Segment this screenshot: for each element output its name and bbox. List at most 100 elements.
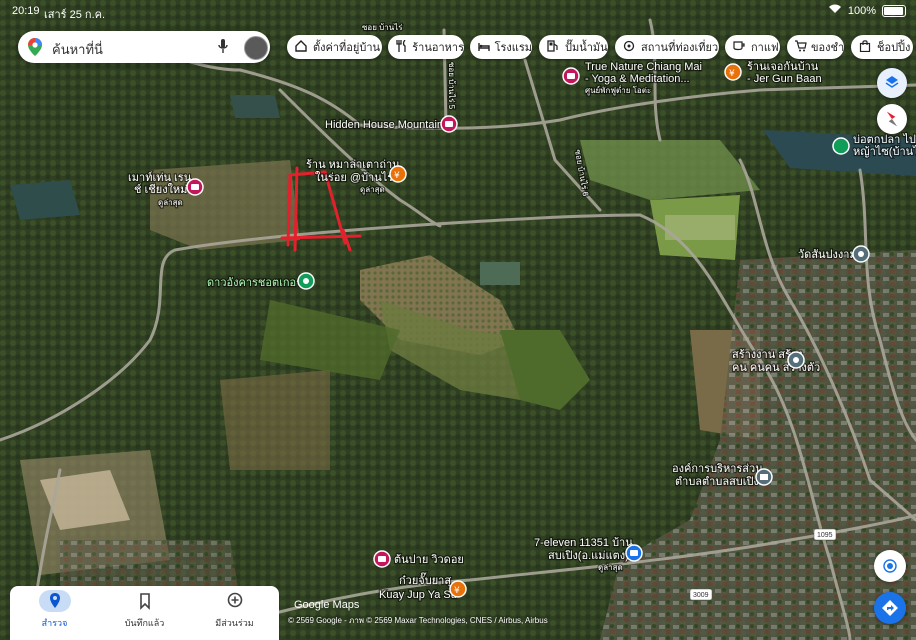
svg-text:ในร่อย @บ้านไร่: ในร่อย @บ้านไร่ bbox=[315, 171, 393, 184]
svg-text:ตำบลตำบลสบเปิง: ตำบลตำบลสบเปิง bbox=[675, 476, 759, 488]
chip-shopping[interactable]: ช็อปปิ้ง bbox=[851, 35, 913, 59]
satellite-map[interactable]: ซอย บ้านไร่ ซอย บ้านไร่ 6 ซอย บ้านไร่ 5 … bbox=[0, 0, 916, 640]
svg-text:ซอย บ้านไร่: ซอย บ้านไร่ bbox=[362, 23, 403, 32]
nav-contribute[interactable]: มีส่วนร่วม bbox=[190, 586, 279, 640]
svg-text:- Jer Gun Baan: - Jer Gun Baan bbox=[747, 73, 822, 85]
chip-coffee[interactable]: กาแฟ bbox=[725, 35, 780, 59]
temple-icon bbox=[858, 251, 864, 257]
svg-text:True Nature Chiang Mai: True Nature Chiang Mai bbox=[585, 61, 702, 73]
svg-text:องค์การบริหารส่วน: องค์การบริหารส่วน bbox=[672, 462, 763, 475]
chip-gas[interactable]: ปั๊มน้ำมัน bbox=[539, 35, 608, 59]
compass-button[interactable] bbox=[877, 104, 907, 134]
shopping-bag-icon bbox=[859, 40, 873, 54]
chip-hotel[interactable]: โรงแรม bbox=[470, 35, 532, 59]
chip-attraction[interactable]: สถานที่ท่องเที่ยว bbox=[615, 35, 719, 59]
poi-temple[interactable]: วัดสันปงงาม bbox=[797, 245, 870, 263]
avatar[interactable] bbox=[244, 36, 268, 60]
road-label-soi-banrai: ซอย บ้านไร่ bbox=[362, 23, 403, 32]
svg-text:เมาท์เท่น เรน: เมาท์เท่น เรน bbox=[128, 171, 192, 184]
cart-icon bbox=[795, 40, 807, 54]
svg-text:ร้าน หมาล่าเตาถ่าน: ร้าน หมาล่าเตาถ่าน bbox=[306, 159, 400, 171]
battery-icon bbox=[882, 4, 906, 17]
poi-hidden-house-mountain[interactable]: Hidden House Mountain bbox=[324, 115, 458, 133]
nav-label: สำรวจ bbox=[41, 618, 68, 628]
park-icon bbox=[303, 278, 309, 284]
restaurant-icon: ¥ bbox=[729, 69, 735, 79]
home-icon bbox=[295, 40, 309, 54]
google-maps-logo: Google Maps bbox=[294, 599, 360, 611]
restaurant-icon: ¥ bbox=[394, 171, 400, 181]
coffee-icon bbox=[733, 40, 747, 54]
road-label-soi-banrai-5: ซอย บ้านไร่ 5 bbox=[447, 62, 456, 110]
restaurant-icon: ¥ bbox=[454, 586, 460, 596]
chip-label: ปั๊มน้ำมัน bbox=[565, 41, 608, 54]
svg-text:ดูล่าสุด: ดูล่าสุด bbox=[158, 198, 183, 208]
bookmark-icon bbox=[129, 590, 161, 612]
directions-icon bbox=[882, 600, 898, 620]
svg-text:Kuay Jup Ya Su: Kuay Jup Ya Su bbox=[379, 589, 457, 601]
svg-text:Hidden House Mountain: Hidden House Mountain bbox=[325, 119, 443, 131]
svg-text:ดูล่าสุด: ดูล่าสุด bbox=[360, 185, 385, 195]
chip-label: สถานที่ท่องเที่ยว bbox=[641, 41, 719, 54]
nav-label: มีส่วนร่วม bbox=[215, 618, 254, 628]
svg-text:- Yoga & Meditation...: - Yoga & Meditation... bbox=[585, 73, 690, 85]
date: เสาร์ 25 ก.ค. bbox=[44, 9, 106, 21]
gas-station-icon bbox=[547, 40, 561, 54]
government-icon bbox=[760, 474, 768, 480]
attraction-icon bbox=[567, 73, 575, 79]
nav-explore[interactable]: สำรวจ bbox=[10, 586, 99, 640]
status-bar: 20:19 เสาร์ 25 ก.ค. 100% bbox=[0, 0, 916, 22]
attraction-icon bbox=[378, 556, 386, 562]
plus-circle-icon bbox=[219, 590, 251, 612]
compass-icon bbox=[885, 110, 899, 132]
directions-button[interactable] bbox=[874, 592, 906, 624]
google-maps-pin-icon bbox=[28, 38, 42, 60]
explore-pin-icon bbox=[39, 590, 71, 612]
road-shield-1095: 1095 bbox=[813, 528, 837, 541]
chip-restaurant[interactable]: ร้านอาหาร bbox=[388, 35, 464, 59]
chip-label: ของชำ bbox=[811, 41, 845, 54]
chip-label: ร้านอาหาร bbox=[412, 41, 464, 54]
svg-text:บ่อตกปลา ไปง: บ่อตกปลา ไปง bbox=[853, 133, 916, 146]
chip-label: โรงแรม bbox=[494, 41, 532, 54]
road-shield-3009: 3009 bbox=[689, 588, 713, 601]
svg-text:ร้านเจอกันบ้าน: ร้านเจอกันบ้าน bbox=[747, 61, 819, 73]
layers-icon bbox=[885, 75, 899, 95]
chip-label: กาแฟ bbox=[751, 41, 779, 54]
poi-tonpai-viewpoint[interactable]: ต้นปาย วิวดอย bbox=[373, 550, 465, 568]
chip-grocery[interactable]: ของชำ bbox=[787, 35, 844, 59]
svg-text:สบเปิง(อ.แม่แตง): สบเปิง(อ.แม่แตง) bbox=[548, 550, 629, 562]
chip-label: ช็อปปิ้ง bbox=[877, 41, 911, 54]
building-icon bbox=[793, 357, 799, 363]
svg-text:1095: 1095 bbox=[817, 532, 833, 539]
svg-text:ซอย บ้านไร่ 5: ซอย บ้านไร่ 5 bbox=[447, 62, 456, 110]
chip-home[interactable]: ตั้งค่าที่อยู่บ้าน bbox=[287, 35, 382, 59]
microphone-icon[interactable] bbox=[218, 39, 228, 58]
search-bar[interactable]: ค้นหาที่นี่ bbox=[18, 31, 270, 63]
svg-text:คน คนคน สร้างตัว: คน คนคน สร้างตัว bbox=[732, 362, 820, 374]
nav-saved[interactable]: บันทึกแล้ว bbox=[100, 586, 189, 640]
chip-label: ตั้งค่าที่อยู่บ้าน bbox=[313, 41, 381, 54]
my-location-button[interactable] bbox=[874, 550, 906, 582]
attraction-icon bbox=[623, 40, 637, 54]
wifi-icon bbox=[828, 4, 842, 17]
svg-text:ช์ เชียงใหม่: ช์ เชียงใหม่ bbox=[134, 183, 187, 196]
my-location-icon bbox=[882, 558, 898, 578]
svg-text:ดูล่าสุด: ดูล่าสุด bbox=[598, 563, 623, 573]
hotel-icon bbox=[478, 40, 491, 54]
store-icon bbox=[630, 550, 638, 556]
search-input[interactable]: ค้นหาที่นี่ bbox=[52, 39, 103, 60]
battery-percent: 100% bbox=[847, 4, 876, 17]
svg-text:หญ้าไซ(บ้านไร่): หญ้าไซ(บ้านไร่) bbox=[853, 145, 916, 158]
svg-text:ต้นปาย วิวดอย: ต้นปาย วิวดอย bbox=[394, 554, 464, 566]
attraction-icon bbox=[445, 121, 453, 127]
hotel-icon bbox=[191, 184, 199, 190]
svg-text:ดาวอังคารชอตเกอร์: ดาวอังคารชอตเกอร์ bbox=[207, 276, 302, 289]
map-credit: © 2569 Google - ภาพ © 2569 Maxar Technol… bbox=[288, 616, 548, 625]
nav-label: บันทึกแล้ว bbox=[124, 618, 165, 628]
svg-text:วัดสันปงงาม: วัดสันปงงาม bbox=[798, 249, 857, 261]
svg-text:3009: 3009 bbox=[693, 592, 709, 599]
clock: 20:19 bbox=[12, 5, 40, 17]
layers-button[interactable] bbox=[877, 68, 907, 98]
svg-text:7-eleven 11351 บ้าน: 7-eleven 11351 บ้าน bbox=[534, 537, 633, 549]
